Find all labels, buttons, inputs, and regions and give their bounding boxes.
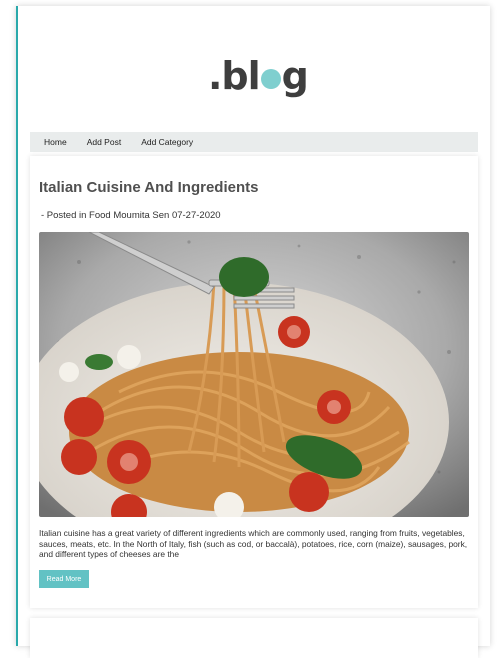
post-card: Italian Cuisine And Ingredients - Posted… xyxy=(30,156,478,608)
site-header: .bl g xyxy=(18,6,488,131)
nav-item-add-post[interactable]: Add Post xyxy=(87,137,122,147)
logo-text-start: .bl xyxy=(208,54,261,98)
nav-item-add-category[interactable]: Add Category xyxy=(141,137,193,147)
main-navbar: Home Add Post Add Category xyxy=(30,132,478,152)
post-excerpt: Italian cuisine has a great variety of d… xyxy=(39,528,468,559)
logo-dot-icon xyxy=(260,69,281,89)
site-logo[interactable]: .bl g xyxy=(208,54,309,98)
post-meta: - Posted in Food Moumita Sen 07-27-2020 xyxy=(41,210,221,221)
next-post-card xyxy=(30,618,478,658)
post-image xyxy=(39,232,469,517)
page-container: .bl g Home Add Post Add Category Italian… xyxy=(16,6,490,658)
nav-item-home[interactable]: Home xyxy=(44,137,67,147)
post-title[interactable]: Italian Cuisine And Ingredients xyxy=(39,179,258,196)
logo-text-end: g xyxy=(281,54,309,98)
read-more-button[interactable]: Read More xyxy=(39,570,89,588)
pasta-photo xyxy=(39,232,469,517)
